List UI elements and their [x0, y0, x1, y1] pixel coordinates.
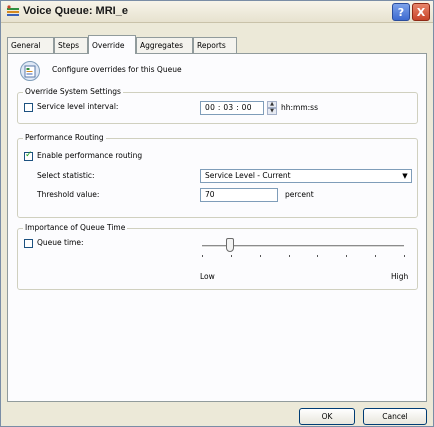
- chevron-down-icon[interactable]: ▼: [399, 170, 411, 182]
- slider-tick: [202, 255, 203, 257]
- queue-time-title: Importance of Queue Time: [23, 223, 128, 233]
- ok-button[interactable]: OK: [299, 408, 355, 425]
- queue-app-icon: [7, 5, 19, 16]
- queue-time-label: Queue time:: [37, 238, 84, 247]
- override-settings-icon: [20, 61, 40, 81]
- slider-thumb[interactable]: [226, 238, 235, 252]
- tab-override[interactable]: Override: [88, 35, 136, 54]
- service-level-label: Service level interval:: [37, 102, 119, 111]
- performance-routing-title: Performance Routing: [23, 133, 106, 143]
- slider-tick: [288, 255, 290, 257]
- performance-routing-group: Performance Routing ✓ Enable performance…: [17, 133, 418, 218]
- queue-time-slider[interactable]: [198, 235, 408, 263]
- tab-steps[interactable]: Steps: [54, 37, 88, 53]
- override-panel: Configure overrides for this Queue Overr…: [7, 53, 427, 402]
- title-bar[interactable]: Voice Queue: MRI_e ? X: [1, 1, 433, 23]
- dialog-window: Voice Queue: MRI_e ? X General Steps Ove…: [0, 0, 434, 427]
- close-button[interactable]: X: [412, 3, 430, 21]
- override-settings-group: Override System Settings Service level i…: [17, 87, 418, 124]
- slider-low-label: Low: [200, 272, 215, 281]
- interval-spinner[interactable]: ▲ ▼: [267, 101, 277, 115]
- cancel-button[interactable]: Cancel: [363, 408, 427, 425]
- enable-routing-checkbox[interactable]: ✓: [24, 150, 33, 161]
- slider-tick: [375, 255, 377, 257]
- queue-time-group: Importance of Queue Time Queue time: Low…: [17, 223, 418, 290]
- threshold-label: Threshold value:: [37, 190, 100, 199]
- statistic-value: Service Level - Current: [205, 171, 291, 180]
- header-description: Configure overrides for this Queue: [52, 65, 182, 74]
- tab-reports[interactable]: Reports: [193, 37, 237, 53]
- interval-unit: hh:mm:ss: [281, 103, 318, 112]
- spin-up-icon[interactable]: ▲: [267, 101, 277, 108]
- window-title: Voice Queue: MRI_e: [23, 5, 128, 17]
- slider-tick: [317, 255, 319, 257]
- tab-general[interactable]: General: [7, 37, 54, 53]
- close-icon: X: [416, 5, 426, 19]
- statistic-label: Select statistic:: [37, 171, 95, 180]
- help-button[interactable]: ?: [392, 3, 410, 21]
- override-settings-title: Override System Settings: [23, 87, 123, 97]
- queue-time-checkbox[interactable]: [24, 239, 33, 248]
- enable-routing-label: Enable performance routing: [37, 151, 143, 160]
- slider-tick: [259, 255, 261, 257]
- statistic-select[interactable]: Service Level - Current ▼: [200, 169, 412, 183]
- slider-tick: [404, 255, 405, 257]
- threshold-unit: percent: [285, 190, 314, 199]
- slider-tick: [230, 255, 232, 257]
- slider-high-label: High: [391, 272, 409, 281]
- slider-tick: [346, 255, 348, 257]
- help-icon: ?: [397, 5, 405, 19]
- tab-aggregates[interactable]: Aggregates: [136, 37, 193, 53]
- checkmark-icon: ✓: [25, 150, 33, 160]
- spin-down-icon[interactable]: ▼: [267, 108, 277, 115]
- service-level-checkbox[interactable]: [24, 103, 33, 112]
- service-level-interval-input[interactable]: 00 : 03 : 00: [200, 101, 264, 115]
- threshold-input[interactable]: 70: [200, 188, 278, 202]
